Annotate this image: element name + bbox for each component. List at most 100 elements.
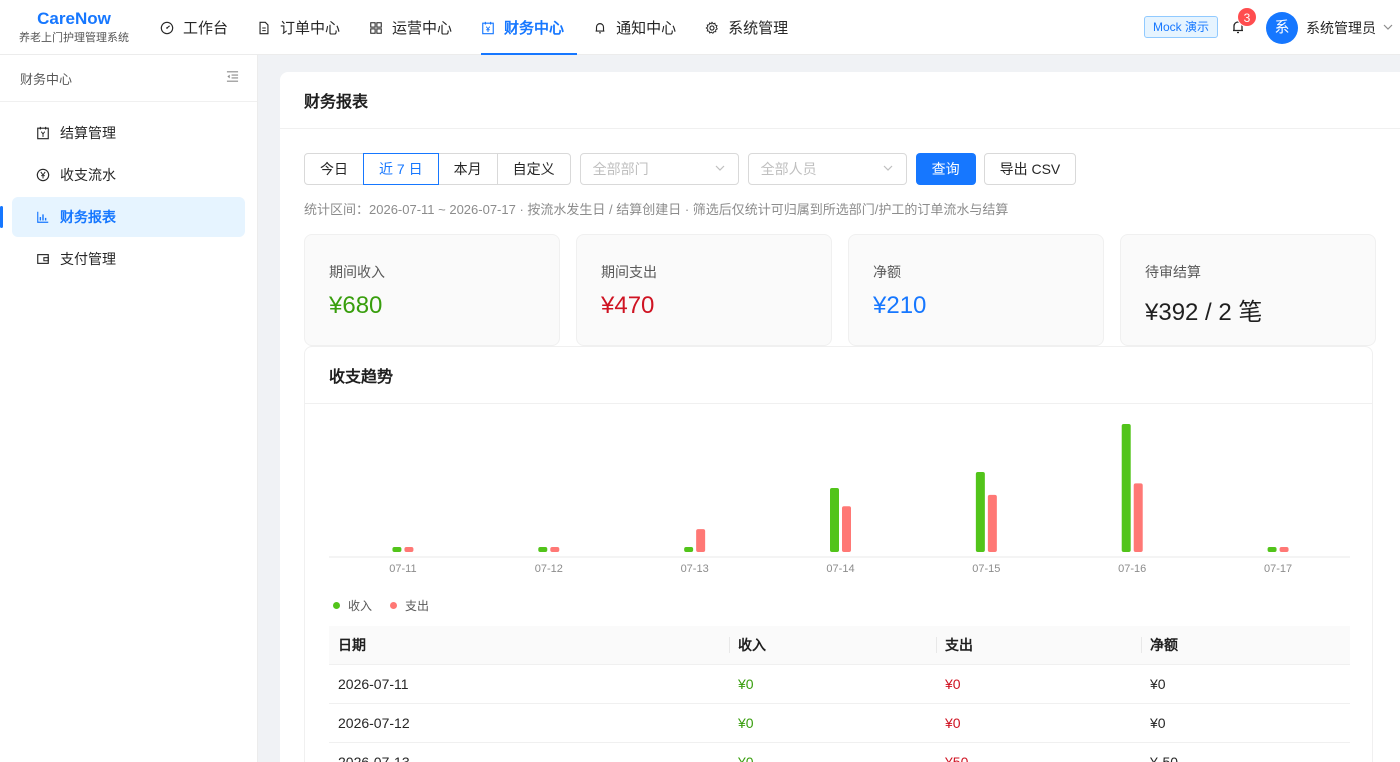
stat-value: ¥470 <box>601 292 655 319</box>
expense-bar[interactable] <box>842 506 851 552</box>
cell-expense: ¥0 <box>936 703 1141 743</box>
stat-value: ¥680 <box>329 292 383 319</box>
stat-cards: 期间收入 ¥680 期间支出 ¥470 净额 ¥210 待审结算 ¥392 / … <box>304 234 1376 346</box>
staff-select[interactable]: 全部人员 <box>747 153 907 185</box>
query-button[interactable]: 查询 <box>915 153 976 185</box>
sidebar-item-reports[interactable]: 财务报表 <box>0 197 245 237</box>
staff-placeholder: 全部人员 <box>760 161 817 177</box>
x-tick-label: 07-13 <box>681 563 709 575</box>
stat-label: 期间收入 <box>329 264 385 280</box>
nav-label: 系统管理 <box>728 20 789 37</box>
expense-bar[interactable] <box>987 494 997 552</box>
range-month-button[interactable]: 本月 <box>437 153 498 185</box>
sidebar-item-payments[interactable]: 支付管理 <box>12 239 245 279</box>
wallet-icon <box>36 252 50 266</box>
cell-income: ¥0 <box>729 664 936 704</box>
expense-bar[interactable] <box>1133 483 1143 552</box>
sidebar-item-label: 收支流水 <box>60 167 116 183</box>
x-tick-label: 07-14 <box>826 563 854 575</box>
trend-chart: 07-11 07-12 07-13 07-14 07-15 07-16 07-17 <box>329 424 1350 575</box>
sidebar-item-label: 结算管理 <box>60 125 116 141</box>
cell-date: 2026-07-11 <box>329 664 729 704</box>
income-bar[interactable] <box>1121 424 1131 552</box>
col-date: 日期 <box>329 626 729 665</box>
cell-net: ¥-50 <box>1141 742 1350 762</box>
col-expense: 支出 <box>936 626 1141 665</box>
range-7days-button[interactable]: 近 7 日 <box>363 153 439 185</box>
department-select[interactable]: 全部部门 <box>579 153 739 185</box>
table-row: 2026-07-11 ¥0 ¥0 ¥0 <box>329 664 1350 704</box>
legend-item-income[interactable]: 收入 <box>333 597 372 614</box>
income-bar[interactable] <box>538 547 548 552</box>
cell-expense: ¥50 <box>936 742 1141 762</box>
income-bar[interactable] <box>392 547 402 552</box>
cell-income: ¥0 <box>729 742 936 762</box>
sidebar-header: 财务中心 <box>0 55 257 102</box>
gear-icon <box>705 20 719 35</box>
export-csv-button[interactable]: 导出 CSV <box>983 153 1077 185</box>
filter-bar: 今日 近 7 日 本月 自定义 全部部门 全部人员 查询 导出 CSV <box>304 153 1077 185</box>
range-selector: 今日 近 7 日 本月 自定义 <box>304 153 571 185</box>
cell-expense: ¥0 <box>936 664 1141 704</box>
legend-dot <box>390 602 398 609</box>
stat-value: ¥210 <box>873 292 927 319</box>
calendar-icon <box>36 126 50 140</box>
bell-icon <box>593 21 607 35</box>
sidebar-item-transactions[interactable]: 收支流水 <box>12 155 245 195</box>
chevron-down-icon[interactable] <box>1382 20 1394 32</box>
cell-net: ¥0 <box>1141 703 1350 743</box>
nav-item-notifications[interactable]: 通知中心 <box>583 0 695 55</box>
nav-item-operations[interactable]: 运营中心 <box>359 0 471 55</box>
cell-net: ¥0 <box>1141 664 1350 704</box>
avatar[interactable]: 系 <box>1266 12 1298 44</box>
income-bar[interactable] <box>975 472 985 552</box>
nav-item-system[interactable]: 系统管理 <box>695 0 807 55</box>
chevron-down-icon <box>882 161 894 177</box>
cell-income: ¥0 <box>729 703 936 743</box>
brand-name: CareNow <box>37 9 111 28</box>
department-placeholder: 全部部门 <box>592 161 649 177</box>
range-custom-button[interactable]: 自定义 <box>496 153 571 185</box>
col-income: 收入 <box>729 626 936 665</box>
brand-logo[interactable]: CareNow 养老上门护理管理系统 <box>14 8 134 45</box>
income-bar[interactable] <box>830 488 839 552</box>
stat-card-pending: 待审结算 ¥392 / 2 笔 <box>1120 234 1376 346</box>
expense-bar[interactable] <box>404 547 414 552</box>
yen-circle-icon <box>36 168 50 182</box>
sidebar-item-settlement[interactable]: 结算管理 <box>12 113 245 153</box>
nav-item-finance[interactable]: 财务中心 <box>471 0 583 55</box>
expense-bar[interactable] <box>696 529 706 552</box>
legend-item-expense[interactable]: 支出 <box>390 597 429 614</box>
dashboard-icon <box>160 21 174 35</box>
top-bar: CareNow 养老上门护理管理系统 工作台 订单中心 运营中心 财务中心 通知… <box>0 0 1400 55</box>
nav-item-orders[interactable]: 订单中心 <box>247 0 359 55</box>
menu-fold-icon[interactable] <box>226 70 239 86</box>
sidebar-title: 财务中心 <box>20 71 73 87</box>
sidebar-menu: 结算管理 收支流水 财务报表 支付管理 <box>0 102 257 279</box>
stat-label: 待审结算 <box>1145 264 1201 280</box>
table-row: 2026-07-12 ¥0 ¥0 ¥0 <box>329 703 1350 743</box>
nav-label: 运营中心 <box>392 20 453 37</box>
nav-label: 通知中心 <box>616 20 677 37</box>
expense-bar[interactable] <box>1279 547 1289 552</box>
income-bar[interactable] <box>684 547 694 552</box>
x-tick-label: 07-16 <box>1118 563 1146 575</box>
sidebar-item-label: 支付管理 <box>60 251 116 267</box>
report-card: 财务报表 今日 近 7 日 本月 自定义 全部部门 全部人员 查询 导出 CSV… <box>280 72 1400 762</box>
user-name[interactable]: 系统管理员 <box>1306 18 1376 38</box>
col-net: 净额 <box>1141 626 1350 665</box>
range-today-button[interactable]: 今日 <box>304 153 364 185</box>
stat-value: ¥392 / 2 笔 <box>1145 299 1263 326</box>
top-nav: 工作台 订单中心 运营中心 财务中心 通知中心 系统管理 <box>150 0 807 55</box>
daily-table: 日期 收入 支出 净额 2026-07-11 ¥0 ¥0 ¥0 2026-07-… <box>329 626 1350 762</box>
stat-card-expense: 期间支出 ¥470 <box>576 234 832 346</box>
chevron-down-icon <box>714 161 726 177</box>
nav-item-dashboard[interactable]: 工作台 <box>150 0 247 55</box>
bar-chart-icon <box>36 210 50 224</box>
range-note: 统计区间：2026-07-11 ~ 2026-07-17 · 按流水发生日 / … <box>304 202 1009 217</box>
legend-label: 支出 <box>405 599 430 613</box>
brand-subtitle: 养老上门护理管理系统 <box>19 32 129 44</box>
sidebar-item-label: 财务报表 <box>60 209 116 225</box>
income-bar[interactable] <box>1267 547 1277 552</box>
expense-bar[interactable] <box>550 547 560 552</box>
